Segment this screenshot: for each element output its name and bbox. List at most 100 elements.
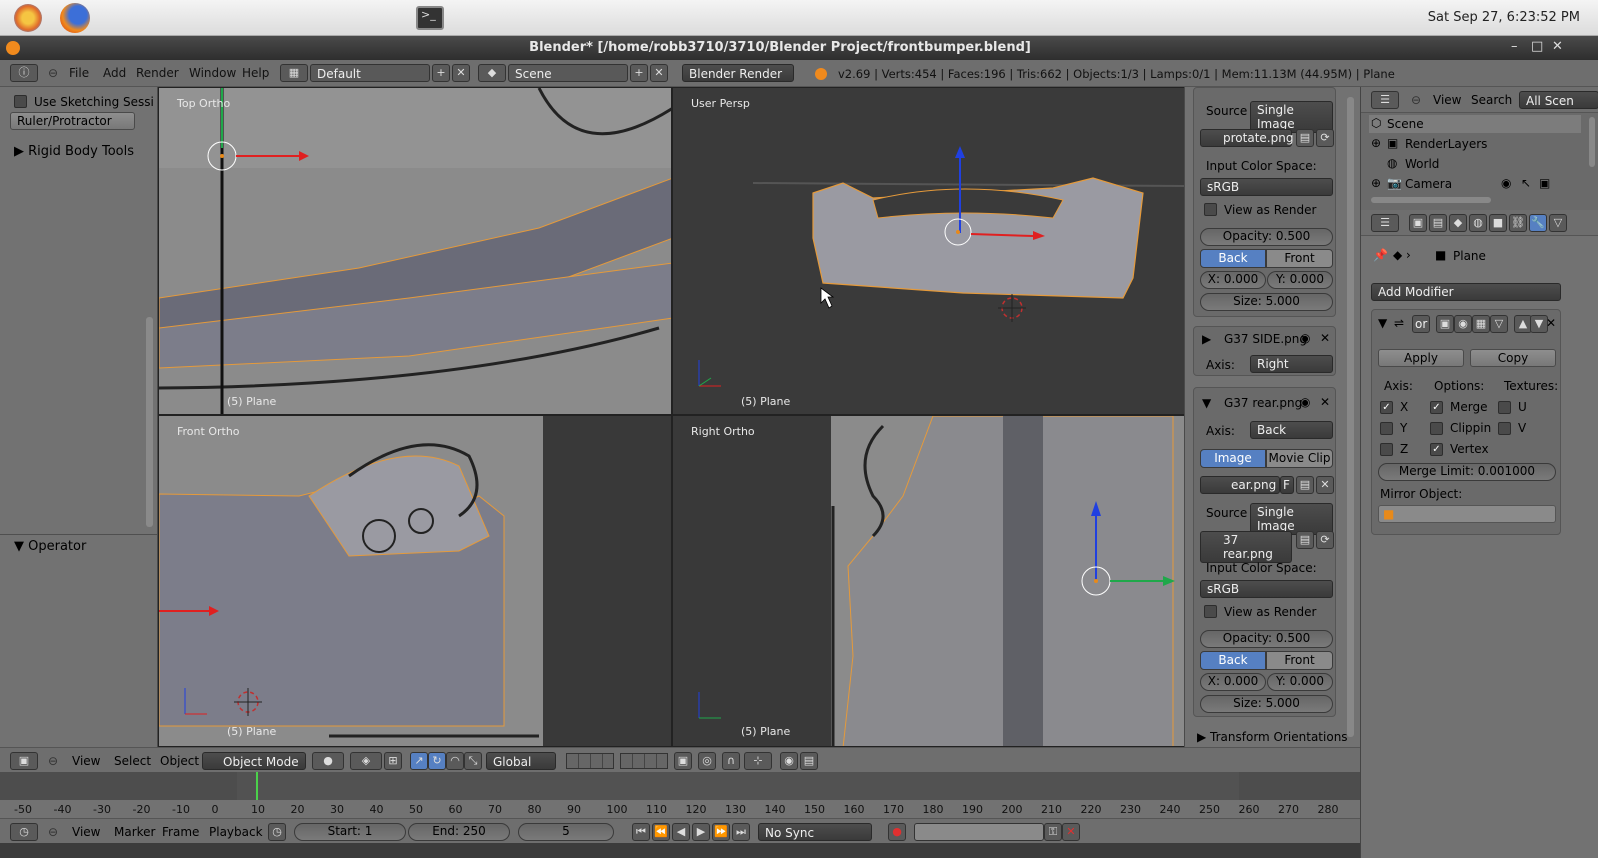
- reload-icon[interactable]: ⟳: [1316, 531, 1334, 549]
- tool-shelf-scrollbar[interactable]: [146, 317, 153, 527]
- color-space-dropdown[interactable]: sRGB: [1200, 178, 1333, 196]
- image-datablock-field[interactable]: ear.png: [1200, 476, 1280, 494]
- opacity-slider[interactable]: Opacity: 0.500: [1200, 228, 1333, 246]
- x-offset-field[interactable]: X: 0.000: [1200, 673, 1266, 691]
- render-camera-icon[interactable]: ◉: [780, 752, 798, 770]
- viewport-toggle-icon[interactable]: ◉: [1454, 315, 1472, 333]
- translate-manipulator-icon[interactable]: ↗: [410, 752, 428, 770]
- render-layers-tab-icon[interactable]: ▤: [1429, 214, 1447, 232]
- remove-scene-icon[interactable]: ✕: [650, 64, 668, 82]
- remove-modifier-icon[interactable]: ✕: [1546, 316, 1556, 330]
- editor-type-icon[interactable]: ⓘ: [10, 64, 38, 82]
- fake-user-button[interactable]: F: [1280, 476, 1294, 494]
- mirror-object-field[interactable]: ■: [1378, 505, 1556, 523]
- clipping-checkbox[interactable]: [1430, 422, 1443, 435]
- axis-y-checkbox[interactable]: [1380, 422, 1393, 435]
- rotate-icon[interactable]: ◠: [446, 752, 464, 770]
- world-tab-icon[interactable]: ◍: [1469, 214, 1487, 232]
- end-frame-field[interactable]: End: 250: [408, 823, 510, 841]
- select-cursor-icon[interactable]: ↖: [1521, 176, 1531, 190]
- add-modifier-dropdown[interactable]: Add Modifier: [1371, 283, 1561, 301]
- expand-icon[interactable]: ⊕: [1371, 176, 1381, 190]
- render-tab-icon[interactable]: ▣: [1409, 214, 1427, 232]
- preview-range-icon[interactable]: ◷: [268, 823, 286, 841]
- front-toggle[interactable]: Front: [1266, 249, 1333, 268]
- texture-u-checkbox[interactable]: [1498, 401, 1511, 414]
- terminal-icon[interactable]: >_: [416, 6, 444, 30]
- viewport-front-ortho[interactable]: Front Ortho (5) Plane: [158, 415, 672, 747]
- remove-icon[interactable]: ✕: [1320, 331, 1330, 345]
- menu-marker[interactable]: Marker: [114, 825, 155, 839]
- sync-mode-dropdown[interactable]: No Sync: [758, 823, 872, 841]
- constraints-tab-icon[interactable]: ⛓: [1509, 214, 1527, 232]
- insert-keyframe-icon[interactable]: ⚿: [1044, 823, 1062, 841]
- operator-panel[interactable]: ▼ Operator: [14, 539, 86, 554]
- rear-image-name[interactable]: G37 rear.png: [1224, 396, 1302, 410]
- texture-v-checkbox[interactable]: [1498, 422, 1511, 435]
- collapse-icon[interactable]: ⊖: [48, 825, 58, 839]
- opengl-render-icon[interactable]: ▤: [800, 752, 818, 770]
- scene-icon[interactable]: ◆: [478, 64, 506, 82]
- collapse-icon[interactable]: ⊖: [48, 66, 58, 80]
- menu-frame[interactable]: Frame: [162, 825, 199, 839]
- outliner-menu-search[interactable]: Search: [1471, 93, 1512, 107]
- menu-object[interactable]: Object: [160, 754, 199, 768]
- render-camera-icon[interactable]: ▣: [1539, 176, 1550, 190]
- folder-icon[interactable]: ▤: [1296, 129, 1314, 147]
- viewport-shading-icon[interactable]: ●: [312, 752, 344, 770]
- layers-grid-2[interactable]: [620, 753, 668, 769]
- side-image-name[interactable]: G37 SIDE.png: [1224, 332, 1307, 346]
- rotate-manipulator-icon[interactable]: ↻: [428, 752, 446, 770]
- size-field[interactable]: Size: 5.000: [1200, 695, 1333, 713]
- cage-toggle-icon[interactable]: ▽: [1490, 315, 1508, 333]
- outliner-row-camera[interactable]: ⊕ 📷 Camera ◉ ↖ ▣: [1369, 175, 1581, 193]
- panel-scrollbar[interactable]: [1347, 97, 1354, 737]
- visibility-eye-icon[interactable]: ◉: [1501, 176, 1511, 190]
- unlink-icon[interactable]: ✕: [1316, 476, 1334, 494]
- viewport-right-ortho[interactable]: Right Ortho (5) Plane: [672, 415, 1185, 747]
- front-toggle[interactable]: Front: [1266, 651, 1333, 670]
- visibility-eye-icon[interactable]: ◉: [1300, 395, 1310, 409]
- close-button[interactable]: ✕: [1552, 39, 1563, 54]
- remove-layout-icon[interactable]: ✕: [452, 64, 470, 82]
- data-tab-icon[interactable]: ▽: [1549, 214, 1567, 232]
- back-toggle[interactable]: Back: [1200, 249, 1266, 268]
- ruler-protractor-button[interactable]: Ruler/Protractor: [10, 112, 135, 130]
- menu-help[interactable]: Help: [242, 66, 269, 80]
- current-frame-line[interactable]: [256, 772, 258, 802]
- y-offset-field[interactable]: Y: 0.000: [1267, 271, 1333, 289]
- screen-layout-icon[interactable]: ▦: [280, 64, 308, 82]
- pin-icon[interactable]: 📌: [1373, 248, 1388, 262]
- menu-window[interactable]: Window: [189, 66, 236, 80]
- size-field[interactable]: Size: 5.000: [1200, 293, 1333, 311]
- interaction-mode-dropdown[interactable]: Object Mode: [202, 752, 306, 770]
- collapse-icon[interactable]: ⊖: [1411, 93, 1421, 107]
- snap-element-icon[interactable]: ⊹: [744, 752, 772, 770]
- add-layout-icon[interactable]: +: [432, 64, 450, 82]
- outliner-menu-view[interactable]: View: [1433, 93, 1461, 107]
- menu-select[interactable]: Select: [114, 754, 151, 768]
- layers-grid-1[interactable]: [566, 753, 614, 769]
- outliner-row-world[interactable]: ◍ World: [1369, 155, 1581, 173]
- scene-tab-icon[interactable]: ◆: [1449, 214, 1467, 232]
- scale-manipulator-icon[interactable]: ⤡: [464, 752, 482, 770]
- merge-limit-field[interactable]: Merge Limit: 0.001000: [1378, 463, 1556, 481]
- transform-orientations-panel[interactable]: ▶ Transform Orientations: [1197, 730, 1348, 744]
- expand-icon[interactable]: ▶: [1202, 332, 1211, 346]
- render-engine-dropdown[interactable]: Blender Render: [682, 64, 794, 82]
- outliner-hscrollbar[interactable]: [1371, 197, 1491, 203]
- collapse-icon[interactable]: ▼: [1202, 396, 1211, 410]
- sketching-checkbox[interactable]: [14, 95, 27, 108]
- menu-playback[interactable]: Playback: [209, 825, 263, 839]
- screen-layout-field[interactable]: Default: [310, 64, 430, 82]
- transform-orientation-dropdown[interactable]: Global: [486, 752, 556, 770]
- lock-camera-icon[interactable]: ▣: [674, 752, 692, 770]
- snap-icon[interactable]: ∩: [722, 752, 740, 770]
- clock[interactable]: Sat Sep 27, 6:23:52 PM: [1428, 10, 1580, 25]
- apply-button[interactable]: Apply: [1378, 349, 1464, 367]
- opacity-slider[interactable]: Opacity: 0.500: [1200, 630, 1333, 648]
- menu-view[interactable]: View: [72, 825, 100, 839]
- add-scene-icon[interactable]: +: [630, 64, 648, 82]
- remove-icon[interactable]: ✕: [1320, 395, 1330, 409]
- applications-menu-icon[interactable]: [14, 4, 42, 32]
